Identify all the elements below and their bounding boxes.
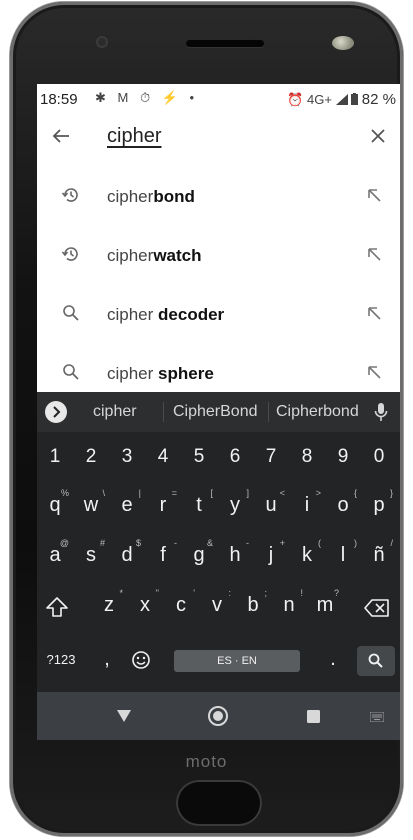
status-bar: 18:59 ✱ M ⏱ ⚡ • ⏰ 4G+ 82 %: [37, 84, 400, 114]
key[interactable]: o{: [327, 488, 359, 517]
key[interactable]: 4: [147, 446, 179, 468]
key[interactable]: y]: [219, 488, 251, 517]
suggestion-item[interactable]: cipherbond: [37, 168, 400, 227]
key[interactable]: p}: [363, 488, 395, 517]
keyboard: cipher CipherBond Cipherbond 1 2 3 4 5 6…: [37, 392, 400, 692]
key[interactable]: a @: [39, 538, 71, 567]
navigation-bar: [37, 692, 400, 740]
key[interactable]: 0: [363, 446, 395, 468]
microphone-icon[interactable]: [374, 402, 388, 422]
insert-query-arrow-icon[interactable]: [366, 246, 382, 262]
period-key[interactable]: .: [317, 648, 349, 671]
key[interactable]: w \: [75, 488, 107, 517]
search-icon: [63, 305, 79, 321]
comma-key[interactable]: ,: [91, 648, 123, 671]
clear-icon[interactable]: [368, 126, 388, 146]
search-icon: [63, 364, 79, 380]
key[interactable]: i >: [291, 488, 323, 517]
battery-icon: [351, 93, 359, 105]
key[interactable]: 1: [39, 446, 71, 468]
key[interactable]: n!: [273, 588, 305, 617]
expand-toolbar-button[interactable]: [45, 401, 67, 423]
history-icon: [61, 247, 78, 261]
bottom-row: ?123 , ES · EN .: [37, 640, 400, 684]
keyboard-switcher-icon[interactable]: [370, 712, 384, 722]
search-bar: cipher: [37, 114, 400, 160]
word-suggestion[interactable]: CipherBond: [173, 403, 258, 421]
key[interactable]: b;: [237, 588, 269, 617]
key[interactable]: 3: [111, 446, 143, 468]
word-suggestion[interactable]: Cipherbond: [276, 403, 359, 421]
key[interactable]: ñ /: [363, 538, 395, 567]
history-icon: [61, 188, 78, 202]
suggestion-text: cipher decoder: [107, 305, 225, 324]
search-icon: [368, 653, 383, 668]
front-camera: [96, 36, 108, 48]
divider: [268, 402, 269, 422]
suggestion-text: cipherbond: [107, 187, 195, 206]
status-right: ⏰ 4G+ 82 %: [287, 91, 396, 108]
key[interactable]: 8: [291, 446, 323, 468]
screen: 18:59 ✱ M ⏱ ⚡ • ⏰ 4G+ 82 % cipher cipher…: [37, 84, 400, 740]
status-time: 18:59: [40, 91, 78, 108]
shift-icon[interactable]: [45, 596, 69, 618]
key[interactable]: 5: [183, 446, 215, 468]
fingerprint-home-button[interactable]: [176, 780, 262, 826]
key[interactable]: 7: [255, 446, 287, 468]
key[interactable]: q%: [39, 488, 71, 517]
key[interactable]: 6: [219, 446, 251, 468]
back-arrow-icon[interactable]: [51, 126, 71, 146]
keyboard-suggestion-strip: cipher CipherBond Cipherbond: [37, 392, 400, 432]
key[interactable]: u <: [255, 488, 287, 517]
back-triangle-icon[interactable]: [117, 710, 131, 722]
brand-logo: moto: [185, 752, 228, 771]
key[interactable]: s #: [75, 538, 107, 567]
key[interactable]: d $: [111, 538, 143, 567]
battery-percent: 82 %: [361, 91, 396, 108]
suggestion-item[interactable]: cipher decoder: [37, 286, 400, 345]
home-circle-icon[interactable]: [207, 705, 229, 727]
proximity-sensor: [332, 36, 354, 50]
key[interactable]: x ": [129, 588, 161, 617]
key[interactable]: 9: [327, 446, 359, 468]
key[interactable]: j +: [255, 538, 287, 567]
signal-icon: [335, 94, 348, 105]
key[interactable]: m?: [309, 588, 341, 617]
key[interactable]: z *: [93, 588, 125, 617]
backspace-icon[interactable]: [363, 598, 391, 618]
key[interactable]: g &: [183, 538, 215, 567]
insert-query-arrow-icon[interactable]: [366, 187, 382, 203]
insert-query-arrow-icon[interactable]: [366, 364, 382, 380]
search-input[interactable]: cipher: [107, 125, 161, 148]
symbols-key[interactable]: ?123: [41, 652, 81, 667]
emoji-icon[interactable]: [131, 650, 151, 670]
key[interactable]: t[: [183, 488, 215, 517]
key[interactable]: e |: [111, 488, 143, 517]
search-key[interactable]: [357, 646, 395, 676]
key[interactable]: l): [327, 538, 359, 567]
space-bar[interactable]: ES · EN: [174, 650, 300, 672]
key[interactable]: r =: [147, 488, 179, 517]
key[interactable]: v:: [201, 588, 233, 617]
word-suggestion[interactable]: cipher: [93, 403, 137, 421]
suggestion-list: cipherbond cipherwatch cipher decoder ci…: [37, 168, 400, 404]
notification-icons: ✱ M ⏱ ⚡ •: [95, 90, 199, 105]
divider: [163, 402, 164, 422]
suggestion-item[interactable]: cipherwatch: [37, 227, 400, 286]
key[interactable]: c ': [165, 588, 197, 617]
suggestion-text: cipher sphere: [107, 364, 214, 383]
key[interactable]: 2: [75, 446, 107, 468]
key[interactable]: f-: [147, 538, 179, 567]
earpiece-speaker: [186, 40, 264, 47]
key[interactable]: h-: [219, 538, 251, 567]
alarm-network-icons: ⏰ 4G+: [287, 92, 332, 107]
key[interactable]: k(: [291, 538, 323, 567]
chevron-right-icon: [53, 406, 61, 418]
suggestion-text: cipherwatch: [107, 246, 202, 265]
recents-square-icon[interactable]: [307, 710, 320, 723]
insert-query-arrow-icon[interactable]: [366, 305, 382, 321]
